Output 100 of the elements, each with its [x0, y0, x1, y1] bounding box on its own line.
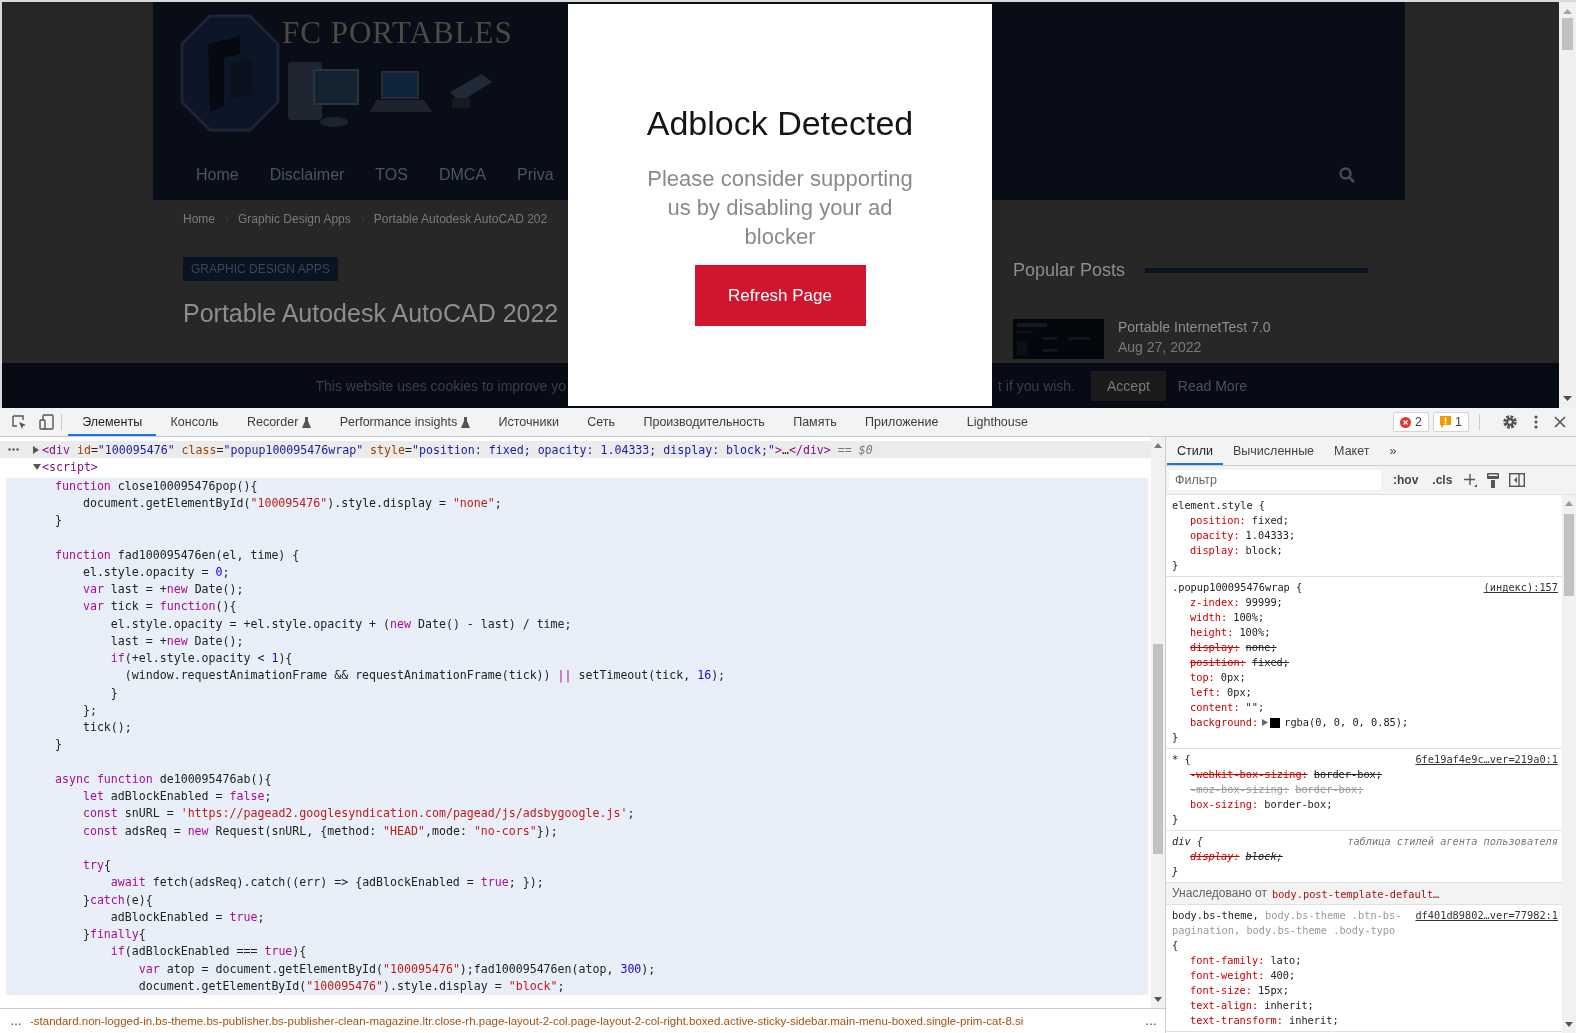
css-property[interactable]: font-size: [1190, 983, 1252, 998]
devtools-tab[interactable]: Элементы [68, 408, 157, 436]
class-toggle-button[interactable]: .cls [1430, 473, 1455, 487]
css-property[interactable]: position: [1190, 655, 1246, 670]
css-value[interactable]: 1.04333; [1245, 528, 1296, 543]
post-title-link[interactable]: Portable InternetTest 7.0 [1118, 319, 1271, 335]
css-value[interactable]: 400; [1270, 968, 1296, 983]
devtools-tab[interactable]: Консоль [156, 408, 233, 436]
scroll-bar[interactable] [1559, 2, 1576, 408]
css-property[interactable]: height: [1190, 625, 1234, 640]
code-line: let adBlockEnabled = false; [81, 788, 273, 805]
sidebar-toggle-icon[interactable] [1509, 473, 1526, 487]
css-property[interactable]: width: [1190, 610, 1228, 625]
devtools-tab[interactable]: Источники [484, 408, 574, 436]
css-value[interactable]: 0px; [1220, 670, 1246, 685]
filter-field[interactable]: Фильтр [1169, 470, 1381, 490]
devtools-tab[interactable]: Lighthouse [952, 408, 1043, 436]
css-property[interactable]: opacity: [1190, 528, 1240, 543]
expand-arrow-icon[interactable] [1262, 719, 1269, 726]
css-property[interactable]: display: [1190, 640, 1240, 655]
device-toggle-icon[interactable] [39, 414, 55, 430]
css-selector[interactable]: element.style { [1172, 498, 1558, 513]
scroll-crumbs-button[interactable]: … [1135, 1014, 1165, 1028]
css-property[interactable]: z-index: [1190, 595, 1240, 610]
inspect-element-icon[interactable] [12, 414, 27, 430]
element-breadcrumb[interactable]: -standard.non-logged-in.bs-theme.bs-publisher.bs-publisher-clean-magazine.ltr.close-rh.page-layout-2-col.page-layout-2-col-right.boxed.active-sticky-sidebar.main-menu-boxed.single-prim-cat-8.si [30, 1015, 1024, 1027]
css-property[interactable]: font-family: [1190, 953, 1265, 968]
close-icon[interactable] [1554, 416, 1566, 428]
hover-state-button[interactable]: :hov [1391, 473, 1421, 487]
css-property[interactable]: display: [1190, 849, 1240, 864]
scroll-bar[interactable] [1562, 495, 1576, 1033]
source-link[interactable]: 6fe19af4e9c…ver=219a0:1 [1415, 752, 1558, 767]
post-date: Aug 27, 2022 [1118, 339, 1203, 355]
css-property[interactable]: left: [1190, 685, 1221, 700]
devtools-tab[interactable]: Сеть [573, 408, 630, 436]
source-link[interactable]: df401d89802…ver=77982:1 [1415, 908, 1558, 923]
expand-arrow-icon[interactable] [33, 445, 39, 454]
css-value[interactable]: 15px; [1258, 983, 1289, 998]
css-value[interactable]: inherit; [1264, 998, 1314, 1013]
css-property[interactable]: text-align: [1190, 998, 1259, 1013]
accept-button[interactable]: Accept [1091, 370, 1166, 401]
flask-icon [461, 416, 471, 428]
html-code-line[interactable]: <script> [42, 459, 98, 474]
more-options-icon[interactable] [1534, 415, 1538, 429]
code-line: adBlockEnabled = true; [109, 908, 266, 926]
collapse-arrow-icon[interactable] [33, 463, 41, 470]
css-value[interactable]: 100%; [1233, 610, 1265, 625]
source-link[interactable]: (индекс):157 [1483, 580, 1558, 595]
css-value[interactable]: 100%; [1239, 625, 1271, 640]
css-value[interactable]: inherit; [1289, 1013, 1339, 1028]
scroll-bar[interactable] [1151, 437, 1165, 1008]
css-value[interactable]: none; [1245, 640, 1277, 655]
css-selector[interactable]: div { [1172, 834, 1340, 849]
breadcrumb-link[interactable]: Graphic Design Apps [238, 212, 351, 226]
css-value[interactable]: block; [1245, 543, 1283, 558]
warning-count-button[interactable]: 1 [1433, 412, 1469, 432]
devtools-tab[interactable]: Performance insights [325, 408, 485, 436]
code-line: el.style.opacity = 0; [81, 563, 231, 581]
sidebar-tab[interactable]: Вычисленные [1223, 437, 1325, 465]
css-value[interactable]: ""; [1245, 700, 1265, 715]
scroll-crumbs-button[interactable]: … [0, 1014, 30, 1028]
paint-roller-icon[interactable] [1487, 472, 1500, 488]
css-property[interactable]: background: [1190, 715, 1259, 730]
css-property[interactable]: -webkit-box-sizing: [1190, 767, 1308, 782]
css-property[interactable]: text-transform: [1190, 1013, 1283, 1028]
error-icon [1400, 416, 1412, 428]
css-property[interactable]: display: [1190, 543, 1240, 558]
css-value[interactable]: block; [1245, 849, 1283, 864]
more-icon[interactable] [8, 448, 19, 452]
code-line: async function de100095476ab(){ [55, 770, 273, 788]
css-property[interactable]: content: [1190, 700, 1240, 715]
css-property[interactable]: top: [1190, 670, 1215, 685]
css-value[interactable]: 99999; [1245, 595, 1283, 610]
css-value[interactable]: lato; [1270, 953, 1302, 968]
inherited-selector-link[interactable]: body.post-template-default… [1271, 887, 1440, 900]
devtools-tab[interactable]: Производительность [629, 408, 779, 436]
css-value[interactable]: 0px; [1227, 685, 1252, 700]
css-property[interactable]: box-sizing: [1190, 797, 1259, 812]
refresh-button[interactable]: Refresh Page [694, 265, 866, 326]
css-selector[interactable]: .popup100095476wrap { [1172, 580, 1476, 595]
color-swatch-icon[interactable] [1270, 717, 1281, 728]
css-value[interactable]: border-box; [1313, 767, 1382, 782]
css-property[interactable]: position: [1190, 513, 1246, 528]
error-count-button[interactable]: 2 [1393, 412, 1430, 432]
sidebar-tab[interactable]: Макет [1324, 437, 1380, 465]
code-line: var atop = document.getElementById("100095476");fad100095476en(atop, 300); [137, 960, 657, 978]
code-line: document.getElementById("100095476").style.display = "none"; [81, 494, 503, 512]
settings-icon[interactable] [1502, 414, 1518, 430]
more-tabs-button[interactable]: » [1379, 437, 1407, 465]
code-line: } [55, 736, 63, 754]
devtools-tab[interactable]: Память [778, 408, 851, 436]
css-value[interactable]: fixed; [1251, 513, 1289, 528]
css-value[interactable]: border-box; [1264, 797, 1333, 812]
css-value[interactable]: rgba(0, 0, 0, 0.85); [1284, 715, 1409, 730]
css-property[interactable]: font-weight: [1190, 968, 1265, 983]
plus-icon[interactable] [1464, 473, 1478, 487]
css-value[interactable]: fixed; [1251, 655, 1289, 670]
devtools-tab[interactable]: Recorder [232, 408, 326, 436]
devtools-tab[interactable]: Приложение [850, 408, 953, 436]
css-selector[interactable]: * { [1172, 752, 1408, 767]
